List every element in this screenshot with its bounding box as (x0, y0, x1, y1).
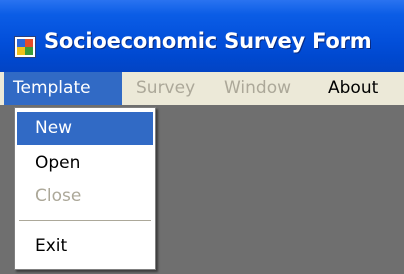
menu-separator (19, 220, 151, 221)
menu-bar: Template Survey Window About (0, 72, 404, 105)
menu-item-close[interactable]: Close (17, 180, 153, 213)
icon-tile (17, 39, 25, 47)
window-title: Socioeconomic Survey Form (44, 29, 372, 53)
menu-template[interactable]: Template (4, 72, 122, 105)
icon-tile (17, 47, 25, 55)
icon-tile (25, 39, 33, 47)
menu-item-exit[interactable]: Exit (17, 230, 153, 263)
menu-window[interactable]: Window (215, 72, 300, 105)
template-menu-dropdown: New Open Close Exit (14, 107, 156, 270)
title-bar[interactable]: Socioeconomic Survey Form (0, 0, 404, 72)
application-icon[interactable] (14, 36, 36, 58)
menu-survey[interactable]: Survey (127, 72, 204, 105)
icon-tile (25, 47, 33, 55)
menu-item-open[interactable]: Open (17, 147, 153, 180)
menu-item-new[interactable]: New (17, 112, 153, 145)
app-window: Socioeconomic Survey Form Template Surve… (0, 0, 404, 274)
menu-about[interactable]: About (319, 72, 387, 105)
